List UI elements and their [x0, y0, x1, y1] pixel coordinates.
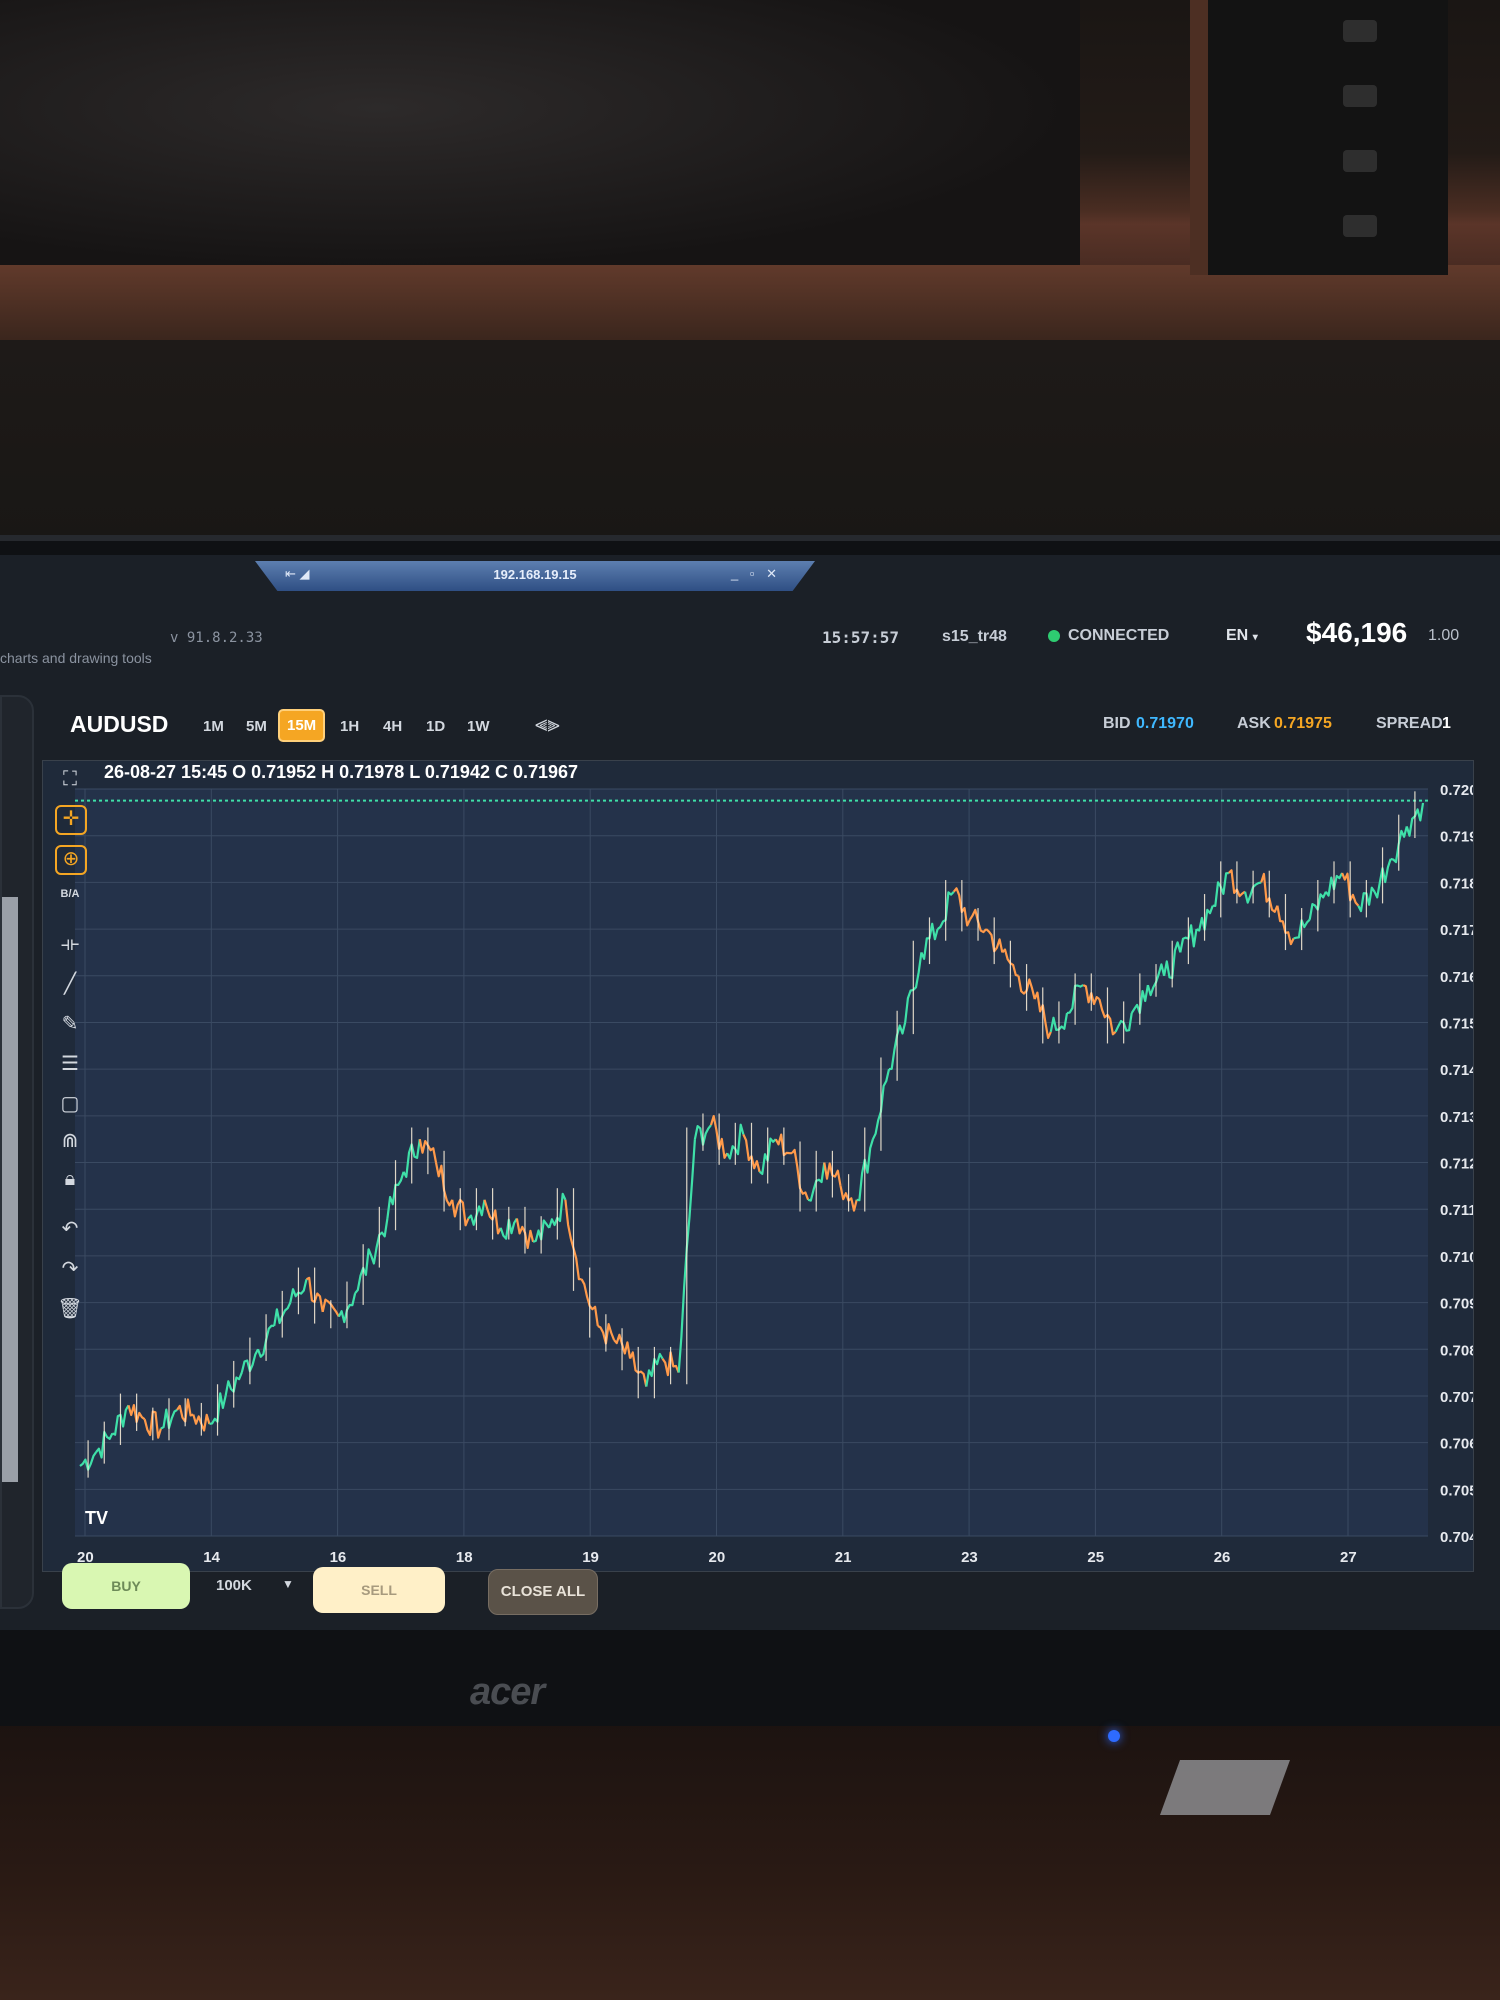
desk-object	[1159, 1760, 1291, 1815]
shelf-board	[0, 265, 1500, 340]
x-tick-label: 27	[1340, 1549, 1357, 1566]
monitor-brand-logo: acer	[470, 1671, 545, 1713]
bid-ask-toggle[interactable]: B/A	[55, 880, 85, 908]
fullscreen-icon[interactable]: ⛶	[55, 765, 85, 793]
photo-background: acer ⇤ ◢ 192.168.19.15 _ ▫ ✕ charts and …	[0, 0, 1500, 2000]
symbol-toolbar: AUDUSD 1M 5M 15M 1H 4H 1D 1W ⫷⫸ BID 0.71…	[40, 703, 1490, 743]
magnet-icon[interactable]: ⋒	[55, 1127, 85, 1155]
power-led-icon	[1108, 1730, 1120, 1742]
tab-timeframe-1d[interactable]: 1D	[420, 715, 451, 738]
trendline-icon[interactable]: ╱	[55, 970, 85, 998]
device-icon	[1343, 20, 1377, 42]
remote-session-titlebar: ⇤ ◢ 192.168.19.15 _ ▫ ✕	[255, 561, 815, 591]
x-tick-label: 25	[1087, 1549, 1104, 1566]
y-tick-label: 0.71400	[1440, 1062, 1473, 1079]
connection-status: CONNECTED	[1048, 627, 1169, 645]
account-balance: $46,196	[1306, 617, 1408, 648]
spread-value: 1	[1442, 715, 1451, 732]
y-tick-label: 0.71600	[1440, 969, 1473, 986]
ask-label: ASK	[1237, 715, 1271, 732]
shelf	[0, 0, 1500, 340]
trash-icon[interactable]: 🗑︎	[55, 1295, 85, 1323]
price-chart-panel[interactable]: 0.72000 0.71900 0.71800 0.71700 0.71600 0.715…	[42, 760, 1474, 1572]
fibonacci-icon[interactable]: ☰	[55, 1050, 85, 1078]
window-controls[interactable]: _ ▫ ✕	[731, 566, 781, 582]
sell-button[interactable]: SELL	[313, 1567, 445, 1613]
x-tick-label: 23	[961, 1549, 978, 1566]
y-tick-label: 0.70900	[1440, 1296, 1473, 1313]
pencil-icon[interactable]: ✎	[55, 1010, 85, 1038]
undo-icon[interactable]: ↶	[55, 1215, 85, 1243]
chevron-down-icon[interactable]: ▼	[282, 1577, 294, 1591]
crosshair-plus-icon[interactable]: ⊕	[55, 845, 87, 875]
symbol-name[interactable]: AUDUSD	[70, 711, 168, 738]
account-id: s15_tr48	[942, 628, 1007, 645]
y-tick-label: 0.70400	[1440, 1529, 1473, 1546]
y-tick-label: 0.70600	[1440, 1436, 1473, 1453]
server-clock: 15:57:57	[822, 628, 900, 647]
crosshair-icon[interactable]: ✛	[55, 805, 87, 835]
chevron-down-icon: ▾	[1252, 632, 1258, 643]
y-tick-label: 0.71300	[1440, 1109, 1473, 1126]
close-all-button[interactable]: CLOSE ALL	[488, 1569, 598, 1615]
tab-timeframe-5m[interactable]: 5M	[240, 715, 273, 738]
x-tick-label: 21	[835, 1549, 852, 1566]
connection-status-label: CONNECTED	[1068, 627, 1170, 644]
y-tick-label: 0.71800	[1440, 875, 1473, 892]
status-dot-icon	[1048, 630, 1060, 642]
y-tick-label: 0.71500	[1440, 1015, 1473, 1032]
buy-button[interactable]: BUY	[62, 1563, 190, 1609]
measure-icon[interactable]: ⟛	[55, 930, 85, 958]
tab-timeframe-4h[interactable]: 4H	[377, 715, 408, 738]
y-tick-label: 0.72000	[1440, 782, 1473, 799]
y-tick-label: 0.71000	[1440, 1249, 1473, 1266]
shelf-items	[0, 0, 1080, 270]
bid-price: 0.71970	[1136, 715, 1194, 732]
y-tick-label: 0.71700	[1440, 922, 1473, 939]
y-tick-label: 0.70500	[1440, 1482, 1473, 1499]
shelf-right-compartment	[1190, 0, 1448, 275]
quantity-select[interactable]: 100K	[216, 1577, 252, 1594]
order-panel: BUY 100K ▼ SELL CLOSE ALL	[60, 1555, 760, 1615]
sidebar-scroll-track[interactable]	[2, 897, 18, 1482]
app-version: v 91.8.2.33	[170, 630, 263, 646]
y-tick-label: 0.71200	[1440, 1156, 1473, 1173]
tab-timeframe-1m[interactable]: 1M	[197, 715, 230, 738]
y-tick-label: 0.71100	[1440, 1202, 1473, 1219]
device-icon	[1343, 150, 1377, 172]
lock-icon[interactable]: 🔒︎	[55, 1165, 85, 1193]
trading-app-screen: ⇤ ◢ 192.168.19.15 _ ▫ ✕ charts and drawi…	[0, 555, 1500, 1630]
candlestick-icon[interactable]: ⫷⫸	[535, 711, 560, 737]
drawing-toolbar: ⛶ ✛ ⊕ B/A ⟛ ╱ ✎ ☰ ▢ ⋒ 🔒︎ ↶ ↷ 🗑︎	[50, 765, 90, 1535]
x-tick-label: 26	[1214, 1549, 1231, 1566]
left-sidebar-rail[interactable]	[0, 695, 34, 1609]
device-icon	[1343, 215, 1377, 237]
language-label: EN	[1226, 627, 1249, 644]
spread-label: SPREAD	[1376, 715, 1443, 732]
redo-icon[interactable]: ↷	[55, 1255, 85, 1283]
wall	[0, 340, 1500, 540]
desk	[0, 1700, 1500, 2000]
y-tick-label: 0.70800	[1440, 1342, 1473, 1359]
tab-timeframe-1w[interactable]: 1W	[461, 715, 496, 738]
app-subtitle: charts and drawing tools	[0, 650, 152, 666]
y-tick-label: 0.71900	[1440, 829, 1473, 846]
tab-timeframe-1h[interactable]: 1H	[334, 715, 365, 738]
language-select[interactable]: EN ▾	[1226, 627, 1258, 645]
bid-label: BID	[1103, 715, 1131, 732]
device-icon	[1343, 85, 1377, 107]
leverage-value: 1.00	[1428, 627, 1460, 644]
rectangle-icon[interactable]: ▢	[55, 1090, 85, 1118]
ohlc-readout: 26-08-27 15:45 O 0.71952 H 0.71978 L 0.7…	[104, 762, 579, 782]
ask-price: 0.71975	[1274, 715, 1332, 732]
tab-timeframe-15m[interactable]: 15M	[278, 709, 326, 742]
y-tick-label: 0.70700	[1440, 1389, 1473, 1406]
price-chart[interactable]: 0.72000 0.71900 0.71800 0.71700 0.71600 0.715…	[43, 761, 1473, 1571]
top-status-bar: charts and drawing tools v 91.8.2.33 15:…	[0, 605, 1500, 666]
